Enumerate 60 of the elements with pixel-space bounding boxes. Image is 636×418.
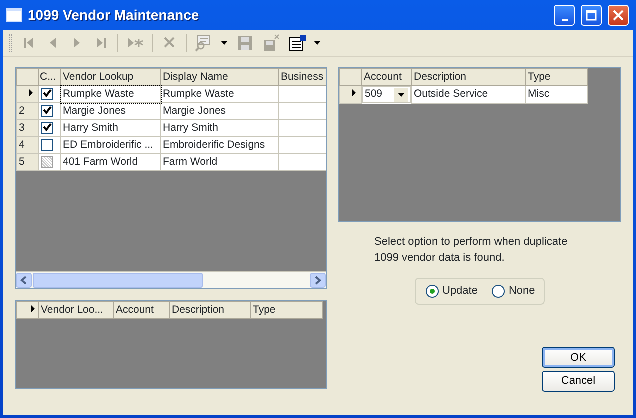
- cancel-button[interactable]: Cancel: [542, 370, 615, 392]
- table-cell: Outside Service: [412, 86, 526, 103]
- caret-icon: [398, 92, 404, 96]
- table-cell: Rumpke Waste: [60, 86, 160, 102]
- save-icon: [236, 34, 254, 52]
- table-cell: 509: [365, 87, 383, 102]
- minimize-icon: [562, 18, 568, 20]
- column-header[interactable]: Type: [250, 302, 322, 318]
- table-cell: Farm World: [160, 154, 278, 170]
- scroll-right-icon[interactable]: [310, 272, 326, 288]
- save-close-icon: [262, 34, 280, 52]
- checkbox[interactable]: [41, 138, 53, 151]
- radio-option[interactable]: Update: [426, 283, 478, 300]
- column-header[interactable]: C...: [38, 68, 60, 86]
- instruction-text: Select option to perform when duplicate 1099 vendor data is found.: [374, 235, 569, 266]
- dropdown-button[interactable]: [394, 88, 408, 102]
- close-icon: [612, 8, 625, 22]
- checkbox[interactable]: [41, 122, 53, 134]
- table-cell: Embroiderific Designs: [160, 136, 278, 154]
- column-header[interactable]: Display Name: [160, 68, 278, 86]
- row-pointer-icon: [31, 304, 36, 312]
- row-number: 4: [19, 138, 25, 150]
- column-header[interactable]: Description: [412, 68, 526, 86]
- table-cell: 401 Farm World: [60, 154, 160, 170]
- table-cell: Margie Jones: [160, 102, 278, 120]
- maximize-button[interactable]: [581, 4, 602, 26]
- column-header[interactable]: Vendor Lookup: [60, 68, 160, 86]
- window-icon: [6, 8, 22, 22]
- maximize-icon: [585, 8, 598, 22]
- column-header[interactable]: Description: [170, 302, 250, 318]
- table-cell: Misc: [526, 86, 588, 103]
- caret-icon: [314, 41, 321, 45]
- checkbox[interactable]: [41, 104, 53, 117]
- row-number: 5: [19, 156, 25, 168]
- minimize-button[interactable]: [554, 4, 575, 26]
- ok-button[interactable]: OK: [542, 347, 615, 368]
- scroll-left-icon[interactable]: [16, 272, 32, 288]
- column-header[interactable]: Account: [114, 302, 170, 318]
- scrollbar-thumb[interactable]: [33, 272, 203, 288]
- close-button[interactable]: [608, 4, 629, 26]
- horizontal-scrollbar[interactable]: [16, 271, 326, 288]
- column-header[interactable]: Vendor Loo...: [38, 302, 114, 318]
- column-header[interactable]: Business: [278, 68, 326, 86]
- radio-button[interactable]: [492, 285, 505, 298]
- table-cell: Margie Jones: [60, 102, 160, 120]
- table-cell: ED Embroiderific ...: [60, 136, 160, 154]
- column-header[interactable]: Account: [362, 68, 412, 86]
- radio-button[interactable]: [426, 285, 438, 298]
- row-number: 3: [19, 122, 25, 134]
- window-title: 1099 Vendor Maintenance: [28, 6, 200, 24]
- table-cell: Harry Smith: [60, 120, 160, 136]
- find-icon: [195, 34, 213, 52]
- row-number: 2: [19, 104, 25, 116]
- table-cell: Harry Smith: [160, 120, 278, 136]
- column-header[interactable]: Type: [526, 68, 588, 86]
- checkbox[interactable]: [41, 88, 53, 100]
- table-cell: Rumpke Waste: [160, 86, 278, 102]
- properties-icon: [288, 34, 306, 52]
- radio-option[interactable]: None: [492, 283, 536, 300]
- caret-icon: [221, 41, 228, 45]
